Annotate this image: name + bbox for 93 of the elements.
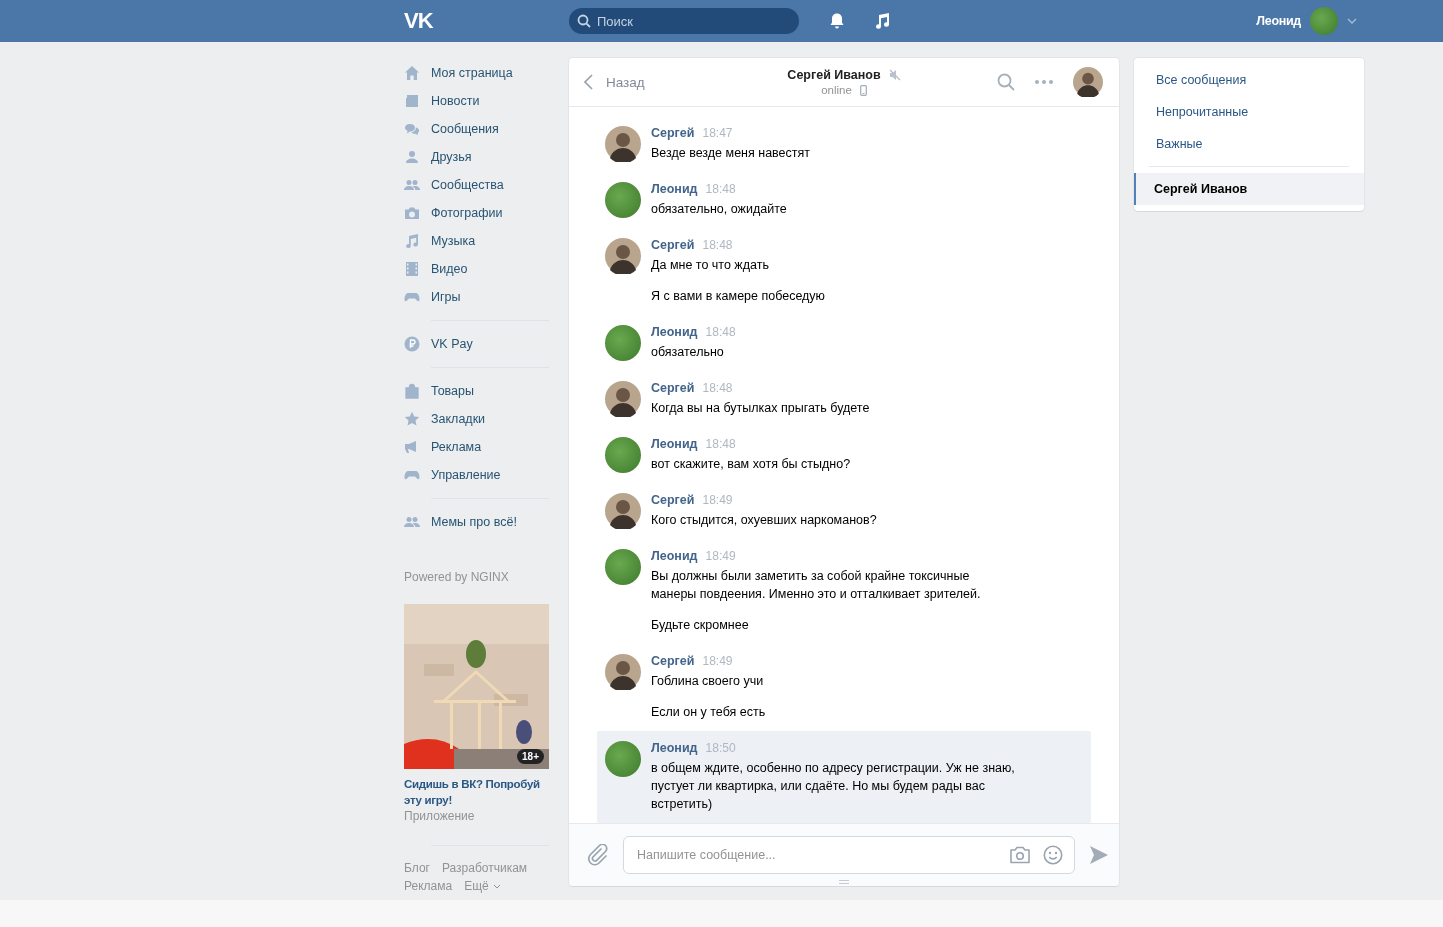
- message-text: в общем ждите, особенно по адресу регистрации. Уж не знаю, пустует ли квартирка, или сдаёте. Но мы будем рады вас встретить): [651, 760, 1016, 813]
- message-text: обязательно: [651, 344, 725, 361]
- sidebar-item[interactable]: VK Pay: [404, 330, 549, 358]
- sidebar-item[interactable]: Новости: [404, 87, 549, 115]
- message-input[interactable]: Напишите сообщение...: [623, 836, 1075, 874]
- news-icon: [404, 93, 420, 109]
- music-note-icon: [404, 233, 420, 249]
- message-text: Когда вы на бутылках прыгать будете: [651, 400, 870, 417]
- sidebar-item[interactable]: Видео: [404, 255, 549, 283]
- music-note-icon[interactable]: [873, 12, 891, 30]
- avatar[interactable]: [605, 493, 641, 529]
- message-author[interactable]: Леонид: [651, 741, 698, 755]
- message-time: 18:48: [705, 325, 736, 339]
- message-author[interactable]: Леонид: [651, 437, 698, 451]
- chevron-left-icon: [584, 74, 593, 90]
- filter-tab[interactable]: Все сообщения: [1134, 64, 1364, 96]
- sidebar-item[interactable]: Сообщения: [404, 115, 549, 143]
- powered-by-text: Powered by NGINX: [404, 570, 510, 584]
- filter-tab[interactable]: Непрочитанные: [1134, 96, 1364, 128]
- bell-icon[interactable]: [828, 12, 846, 30]
- message-text: вот скажите, вам хотя бы стыдно?: [651, 456, 851, 473]
- message-time: 18:48: [702, 381, 733, 395]
- more-icon[interactable]: [1035, 80, 1053, 84]
- message-text: Будьте скромнее: [651, 617, 750, 634]
- message-time: 18:48: [705, 182, 736, 196]
- avatar[interactable]: [605, 238, 641, 274]
- camera-icon[interactable]: [1009, 846, 1031, 864]
- sidebar-item[interactable]: Сообщества: [404, 171, 549, 199]
- people-icon: [404, 514, 420, 530]
- ad-subtitle: Приложение: [404, 808, 476, 824]
- message-time: 18:50: [705, 741, 736, 755]
- sidebar-item[interactable]: Друзья: [404, 143, 549, 171]
- message-author[interactable]: Леонид: [651, 325, 698, 339]
- sidebar-item[interactable]: Музыка: [404, 227, 549, 255]
- chat-icon: [404, 121, 420, 137]
- star-icon: [404, 411, 420, 427]
- search-icon: [577, 14, 591, 28]
- sidebar-item[interactable]: Моя страница: [404, 59, 549, 87]
- caret-icon[interactable]: [1347, 18, 1357, 24]
- user-name[interactable]: Леонид: [1256, 14, 1301, 28]
- back-link[interactable]: Назад: [584, 74, 645, 90]
- message-author[interactable]: Сергей: [651, 654, 695, 668]
- caret-icon: [492, 883, 501, 889]
- avatar[interactable]: [605, 654, 641, 690]
- search-icon[interactable]: [997, 73, 1015, 91]
- message-time: 18:49: [705, 549, 736, 563]
- avatar[interactable]: [605, 126, 641, 162]
- sidebar-item[interactable]: Закладки: [404, 405, 549, 433]
- film-icon: [404, 261, 420, 277]
- message-time: 18:47: [702, 126, 733, 140]
- bag-icon: [404, 383, 420, 399]
- avatar[interactable]: [1073, 67, 1103, 97]
- message-text: Гоблина своего учи: [651, 673, 765, 690]
- smiley-icon[interactable]: [1043, 845, 1063, 865]
- sidebar-item[interactable]: Реклама: [404, 433, 549, 461]
- message-author[interactable]: Сергей: [651, 238, 695, 252]
- message-text: Кого стыдится, охуевших наркоманов?: [651, 512, 877, 529]
- home-icon: [404, 65, 420, 81]
- chat-title[interactable]: Сергей Иванов: [787, 68, 881, 82]
- sidebar-item[interactable]: Игры: [404, 283, 549, 311]
- message-text: Я с вами в камере побеседую: [651, 288, 825, 305]
- resize-handle-icon[interactable]: [839, 880, 849, 884]
- message-text: Если он у тебя есть: [651, 704, 766, 721]
- message-author[interactable]: Леонид: [651, 549, 698, 563]
- send-icon[interactable]: [1089, 845, 1109, 865]
- message-text: Да мне то что ждать: [651, 257, 770, 274]
- people-icon: [404, 177, 420, 193]
- person-icon: [404, 149, 420, 165]
- logo[interactable]: VK: [404, 8, 569, 34]
- sidebar-item[interactable]: Товары: [404, 377, 549, 405]
- search-field[interactable]: Поиск: [569, 8, 799, 34]
- paperclip-icon[interactable]: [587, 844, 609, 866]
- sidebar-item[interactable]: Мемы про всё!: [404, 508, 549, 536]
- message-time: 18:49: [702, 493, 733, 507]
- message-text: Везде везде меня навестят: [651, 145, 810, 162]
- message-time: 18:48: [702, 238, 733, 252]
- message-author[interactable]: Сергей: [651, 126, 695, 140]
- camera-icon: [404, 205, 420, 221]
- conversation-tab[interactable]: Сергей Иванов: [1134, 173, 1364, 205]
- filter-tab[interactable]: Важные: [1134, 128, 1364, 160]
- message-text: обязательно, ожидайте: [651, 201, 787, 218]
- online-status: online: [821, 84, 852, 96]
- ad-title-link[interactable]: Сидишь в ВК? Попробуй эту игру!: [404, 776, 549, 808]
- message-time: 18:48: [705, 437, 736, 451]
- message-author[interactable]: Сергей: [651, 493, 695, 507]
- ruble-icon: [404, 336, 420, 352]
- avatar[interactable]: [605, 381, 641, 417]
- message-author[interactable]: Леонид: [651, 182, 698, 196]
- message-author[interactable]: Сергей: [651, 381, 695, 395]
- sidebar-item[interactable]: Управление: [404, 461, 549, 489]
- message-time: 18:49: [702, 654, 733, 668]
- message-text: Вы должны были заметить за собой крайне токсичные манеры повдеения. Именно это и отталкивает зрителей.: [651, 568, 982, 603]
- sidebar-item[interactable]: Фотографии: [404, 199, 549, 227]
